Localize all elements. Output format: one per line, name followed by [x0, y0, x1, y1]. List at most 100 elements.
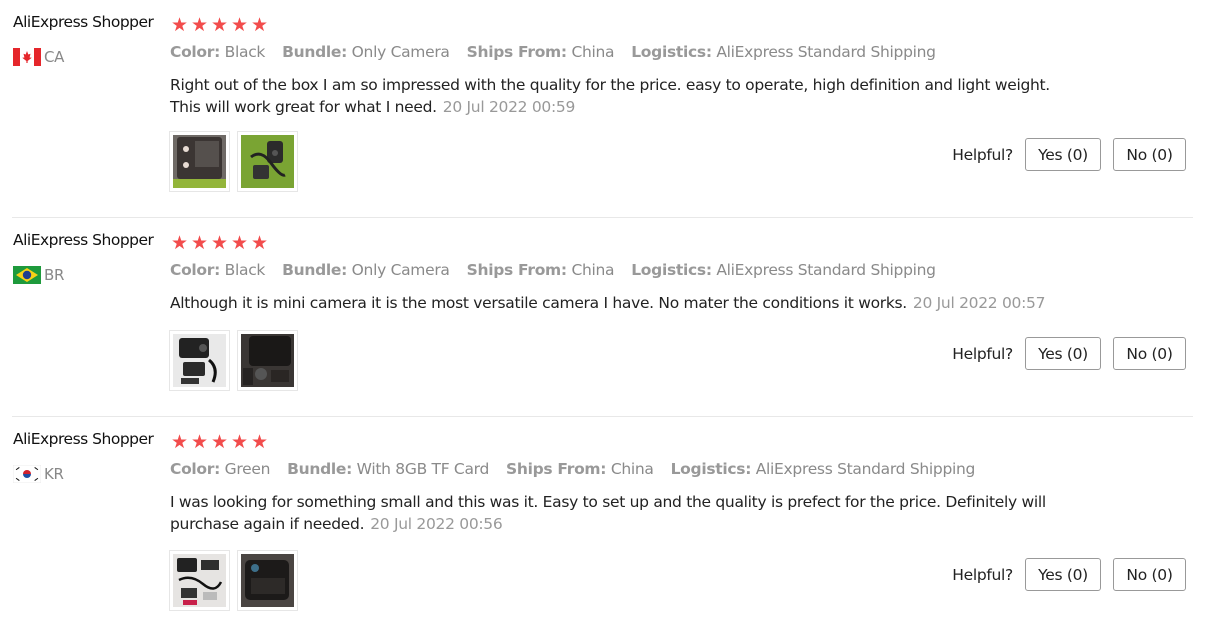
- attribute-value: AliExpress Standard Shipping: [755, 460, 976, 478]
- attribute-key: Ships From:: [506, 460, 607, 478]
- review-text-line: Right out of the box I am so impressed w…: [170, 76, 1050, 94]
- attribute-bundle: Bundle: Only Camera: [282, 43, 450, 61]
- attribute-ships-from: Ships From: China: [506, 460, 654, 478]
- purchase-attributes: Color: Black Bundle: Only Camera Ships Fro…: [170, 43, 953, 61]
- star-icon: ★: [170, 232, 190, 254]
- review-photos: [169, 330, 305, 391]
- helpful-votes: Helpful? Yes (0) No (0): [952, 337, 1186, 370]
- star-icon: ★: [250, 14, 270, 36]
- review-text-line: This will work great for what I need.: [170, 98, 437, 116]
- attribute-value: Only Camera: [351, 43, 450, 61]
- star-icon: ★: [230, 431, 250, 453]
- star-icon: ★: [210, 431, 230, 453]
- star-icon: ★: [210, 232, 230, 254]
- attribute-color: Color: Black: [170, 261, 265, 279]
- country-code: KR: [44, 465, 64, 483]
- attribute-bundle: Bundle: Only Camera: [282, 261, 450, 279]
- attribute-value: AliExpress Standard Shipping: [716, 261, 936, 279]
- star-icon: ★: [190, 232, 210, 254]
- purchase-attributes: Color: Black Bundle: Only Camera Ships Fro…: [170, 261, 953, 279]
- attribute-value: Green: [224, 460, 271, 478]
- review-text-line: purchase again if needed.: [170, 515, 365, 533]
- helpful-votes: Helpful? Yes (0) No (0): [952, 558, 1186, 591]
- helpful-no-button[interactable]: No (0): [1113, 337, 1186, 370]
- package-contents-thumbnail[interactable]: [169, 550, 230, 611]
- star-icon: ★: [190, 14, 210, 36]
- attribute-color: Color: Green: [170, 460, 270, 478]
- reviewer-name: AliExpress Shopper: [13, 430, 154, 448]
- canada-flag-icon: [13, 48, 41, 66]
- star-icon: ★: [170, 14, 190, 36]
- reviewer-name: AliExpress Shopper: [13, 13, 154, 31]
- accessories-photo-thumbnail[interactable]: [237, 131, 298, 192]
- attribute-color: Color: Black: [170, 43, 265, 61]
- star-rating: ★ ★ ★ ★ ★: [170, 232, 270, 254]
- star-rating: ★ ★ ★ ★ ★: [170, 431, 270, 453]
- attribute-bundle: Bundle: With 8GB TF Card: [287, 460, 489, 478]
- review-photos: [169, 131, 305, 192]
- attribute-key: Color:: [170, 261, 221, 279]
- camera-photo-thumbnail[interactable]: [169, 330, 230, 391]
- attribute-value: China: [571, 261, 615, 279]
- star-icon: ★: [230, 14, 250, 36]
- purchase-attributes: Color: Green Bundle: With 8GB TF Card Ship…: [170, 460, 992, 478]
- helpful-votes: Helpful? Yes (0) No (0): [952, 138, 1186, 171]
- camera-photo-thumbnail[interactable]: [169, 131, 230, 192]
- star-rating: ★ ★ ★ ★ ★: [170, 14, 270, 36]
- attribute-key: Logistics:: [631, 261, 712, 279]
- attribute-value: Black: [224, 43, 266, 61]
- review-text: I was looking for something small and th…: [170, 491, 1070, 535]
- attribute-ships-from: Ships From: China: [467, 261, 615, 279]
- helpful-yes-button[interactable]: Yes (0): [1025, 558, 1101, 591]
- review-date: 20 Jul 2022 00:59: [442, 98, 576, 116]
- helpful-yes-button[interactable]: Yes (0): [1025, 138, 1101, 171]
- helpful-no-button[interactable]: No (0): [1113, 558, 1186, 591]
- helpful-label: Helpful?: [952, 344, 1013, 363]
- review-item: AliExpress Shopper ★ ★ ★ ★ ★ BR Color: Black…: [0, 218, 1211, 416]
- attribute-value: With 8GB TF Card: [356, 460, 490, 478]
- review-text: Although it is mini camera it is the mos…: [170, 292, 1070, 314]
- attribute-key: Bundle:: [287, 460, 353, 478]
- star-icon: ★: [250, 431, 270, 453]
- attribute-value: AliExpress Standard Shipping: [716, 43, 936, 61]
- attribute-value: Only Camera: [351, 261, 450, 279]
- reviewer-country: CA: [13, 47, 64, 67]
- review-date: 20 Jul 2022 00:56: [370, 515, 503, 533]
- review-text-line: I was looking for something small and th…: [170, 493, 1046, 511]
- review-text: Right out of the box I am so impressed w…: [170, 74, 1070, 118]
- helpful-yes-button[interactable]: Yes (0): [1025, 337, 1101, 370]
- attribute-key: Color:: [170, 43, 221, 61]
- camera-closeup-thumbnail[interactable]: [237, 550, 298, 611]
- helpful-label: Helpful?: [952, 145, 1013, 164]
- brazil-flag-icon: [13, 266, 41, 284]
- review-item: AliExpress Shopper ★ ★ ★ ★ ★ KR Color: Green…: [0, 417, 1211, 626]
- attribute-key: Bundle:: [282, 43, 348, 61]
- attribute-key: Logistics:: [670, 460, 752, 478]
- attribute-key: Logistics:: [631, 43, 712, 61]
- star-icon: ★: [250, 232, 270, 254]
- south-korea-flag-icon: [13, 465, 41, 483]
- review-text-line: Although it is mini camera it is the mos…: [170, 294, 907, 312]
- reviews-list: AliExpress Shopper ★ ★ ★ ★ ★ CA Color: Black…: [0, 0, 1211, 626]
- reviewer-name: AliExpress Shopper: [13, 231, 154, 249]
- reviewer-country: BR: [13, 265, 64, 285]
- review-item: AliExpress Shopper ★ ★ ★ ★ ★ CA Color: Black…: [0, 0, 1211, 217]
- attribute-key: Ships From:: [466, 43, 567, 61]
- attribute-logistics: Logistics: AliExpress Standard Shipping: [631, 43, 936, 61]
- star-icon: ★: [230, 232, 250, 254]
- attribute-ships-from: Ships From: China: [467, 43, 615, 61]
- country-code: CA: [44, 48, 65, 66]
- attribute-key: Color:: [170, 460, 221, 478]
- star-icon: ★: [170, 431, 190, 453]
- attribute-key: Bundle:: [282, 261, 348, 279]
- attribute-value: Black: [224, 261, 266, 279]
- helpful-label: Helpful?: [952, 565, 1013, 584]
- reviewer-country: KR: [13, 464, 64, 484]
- attribute-logistics: Logistics: AliExpress Standard Shipping: [670, 460, 976, 478]
- helpful-no-button[interactable]: No (0): [1113, 138, 1186, 171]
- attribute-key: Ships From:: [466, 261, 567, 279]
- camera-closeup-thumbnail[interactable]: [237, 330, 298, 391]
- attribute-logistics: Logistics: AliExpress Standard Shipping: [631, 261, 936, 279]
- star-icon: ★: [210, 14, 230, 36]
- country-code: BR: [44, 266, 65, 284]
